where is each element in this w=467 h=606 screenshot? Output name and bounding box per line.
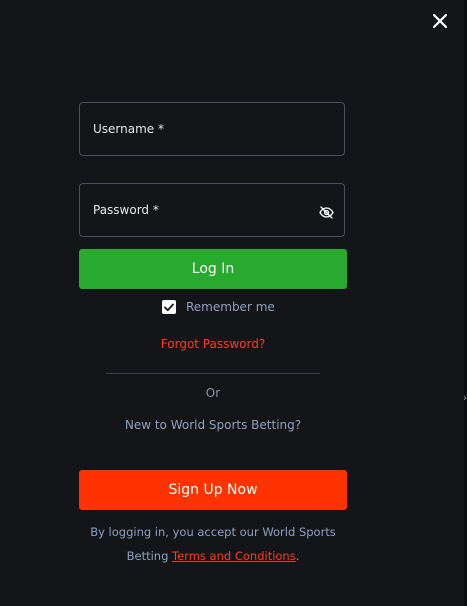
username-label: Username * xyxy=(93,122,164,136)
chevron-right-icon[interactable]: › xyxy=(463,394,467,404)
terms-suffix-text: . xyxy=(295,549,300,563)
login-button[interactable]: Log In xyxy=(79,249,347,289)
new-to-site-text: New to World Sports Betting? xyxy=(124,418,302,432)
terms-and-conditions-link[interactable]: Terms and Conditions xyxy=(172,549,296,563)
or-separator: Or xyxy=(205,386,221,400)
close-icon xyxy=(432,13,448,29)
eye-slash-icon[interactable] xyxy=(319,204,334,219)
terms-notice: By logging in, you accept our World Spor… xyxy=(86,520,340,568)
signup-button-label: Sign Up Now xyxy=(168,482,258,498)
login-button-label: Log In xyxy=(191,261,235,277)
forgot-password-link[interactable]: Forgot Password? xyxy=(0,337,426,351)
password-field[interactable]: Password * xyxy=(79,183,345,237)
checkmark-icon xyxy=(164,303,174,311)
username-field[interactable]: Username * xyxy=(79,102,345,156)
remember-me-label[interactable]: Remember me xyxy=(186,300,275,314)
divider xyxy=(106,373,320,374)
password-label: Password * xyxy=(93,203,159,217)
close-button[interactable] xyxy=(429,10,451,32)
remember-me-row: Remember me xyxy=(162,300,275,314)
signup-button[interactable]: Sign Up Now xyxy=(79,470,347,510)
remember-me-checkbox[interactable] xyxy=(162,300,176,314)
